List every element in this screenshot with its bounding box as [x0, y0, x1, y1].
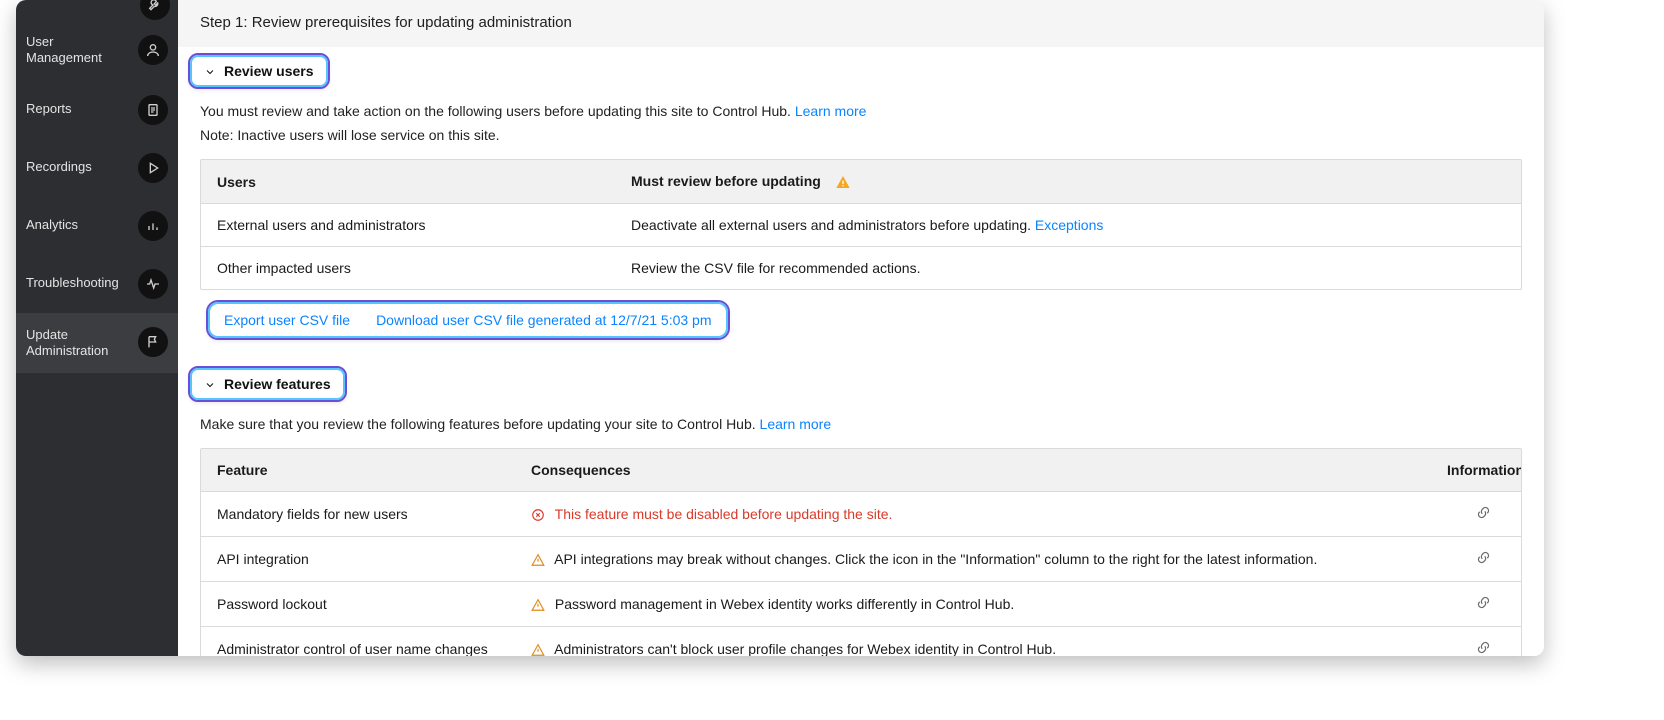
- sidebar-item-label: User Management: [26, 34, 130, 67]
- accordion-title: Review features: [224, 376, 331, 392]
- info-link-icon[interactable]: [1476, 552, 1491, 568]
- csv-actions: Export user CSV file Download user CSV f…: [206, 300, 730, 340]
- col-consequences-header: Consequences: [515, 449, 1431, 491]
- feature-cell: Password lockout: [201, 583, 515, 625]
- sidebar-item-user-management[interactable]: User Management: [16, 20, 178, 81]
- review-features-panel: Review features Make sure that you revie…: [178, 358, 1544, 656]
- review-users-panel: Review users You must review and take ac…: [178, 47, 1544, 358]
- error-icon: [531, 508, 545, 522]
- review-features-accordion[interactable]: Review features: [188, 366, 347, 402]
- warning-icon: [835, 174, 851, 190]
- download-user-csv-link[interactable]: Download user CSV file generated at 12/7…: [376, 312, 711, 328]
- info-link-icon[interactable]: [1476, 642, 1491, 656]
- main-content: Step 1: Review prerequisites for updatin…: [178, 0, 1544, 656]
- accordion-title: Review users: [224, 63, 314, 79]
- sidebar: User Management Reports Recordings Analy…: [16, 0, 178, 656]
- col-feature-header: Feature: [201, 449, 515, 491]
- table-header-row: Users Must review before updating: [201, 160, 1521, 203]
- features-table: Feature Consequences Information Mandato…: [200, 448, 1522, 656]
- bar-chart-icon: [138, 211, 168, 241]
- col-information-header: Information: [1431, 449, 1521, 491]
- table-row: Password lockout Password management in …: [201, 581, 1521, 626]
- consequence-cell: Password management in Webex identity wo…: [515, 583, 1431, 625]
- col-users-header: Users: [201, 161, 615, 203]
- feature-cell: Mandatory fields for new users: [201, 493, 515, 535]
- sidebar-item-label: Troubleshooting: [26, 275, 119, 291]
- sidebar-item-recordings[interactable]: Recordings: [16, 139, 178, 197]
- table-row: Mandatory fields for new users This feat…: [201, 491, 1521, 536]
- user-icon: [138, 35, 168, 65]
- feature-cell: Administrator control of user name chang…: [201, 628, 515, 656]
- flag-icon: [138, 327, 168, 357]
- document-icon: [138, 95, 168, 125]
- activity-icon: [138, 269, 168, 299]
- col-must-review-header: Must review before updating: [615, 160, 1521, 203]
- sidebar-item-analytics[interactable]: Analytics: [16, 197, 178, 255]
- table-row: Other impacted users Review the CSV file…: [201, 246, 1521, 289]
- warning-outline-icon: [531, 598, 545, 612]
- action-cell: Deactivate all external users and admini…: [615, 204, 1521, 246]
- learn-more-link[interactable]: Learn more: [795, 103, 867, 119]
- sidebar-item-label: Reports: [26, 101, 72, 117]
- review-users-accordion[interactable]: Review users: [188, 53, 330, 89]
- users-cell: Other impacted users: [201, 247, 615, 289]
- step-title: Step 1: Review prerequisites for updatin…: [178, 0, 1544, 47]
- chevron-down-icon: [204, 65, 216, 77]
- consequence-cell: API integrations may break without chang…: [515, 538, 1431, 580]
- info-link-icon[interactable]: [1476, 597, 1491, 613]
- table-row: External users and administrators Deacti…: [201, 203, 1521, 246]
- learn-more-link[interactable]: Learn more: [760, 416, 832, 432]
- sidebar-item-label: Analytics: [26, 217, 78, 233]
- review-features-intro: Make sure that you review the following …: [200, 416, 1522, 432]
- warning-outline-icon: [531, 553, 545, 567]
- sidebar-item-label: Update Administration: [26, 327, 108, 360]
- app-window: User Management Reports Recordings Analy…: [16, 0, 1544, 656]
- chevron-down-icon: [204, 378, 216, 390]
- review-users-note: Note: Inactive users will lose service o…: [200, 127, 1522, 143]
- sidebar-item-reports[interactable]: Reports: [16, 81, 178, 139]
- wrench-icon[interactable]: [140, 0, 170, 20]
- sidebar-item-label: Recordings: [26, 159, 92, 175]
- warning-outline-icon: [531, 643, 545, 656]
- table-row: Administrator control of user name chang…: [201, 626, 1521, 656]
- review-users-intro: You must review and take action on the f…: [200, 103, 1522, 119]
- table-header-row: Feature Consequences Information: [201, 449, 1521, 491]
- export-user-csv-link[interactable]: Export user CSV file: [224, 312, 350, 328]
- users-table: Users Must review before updating Extern…: [200, 159, 1522, 290]
- play-icon: [138, 153, 168, 183]
- users-cell: External users and administrators: [201, 204, 615, 246]
- table-row: API integration API integrations may bre…: [201, 536, 1521, 581]
- consequence-cell: Administrators can't block user profile …: [515, 628, 1431, 656]
- sidebar-item-update-administration[interactable]: Update Administration: [16, 313, 178, 374]
- feature-cell: API integration: [201, 538, 515, 580]
- info-link-icon[interactable]: [1476, 507, 1491, 523]
- consequence-cell: This feature must be disabled before upd…: [515, 493, 1431, 535]
- action-cell: Review the CSV file for recommended acti…: [615, 247, 1521, 289]
- exceptions-link[interactable]: Exceptions: [1035, 217, 1103, 233]
- sidebar-item-troubleshooting[interactable]: Troubleshooting: [16, 255, 178, 313]
